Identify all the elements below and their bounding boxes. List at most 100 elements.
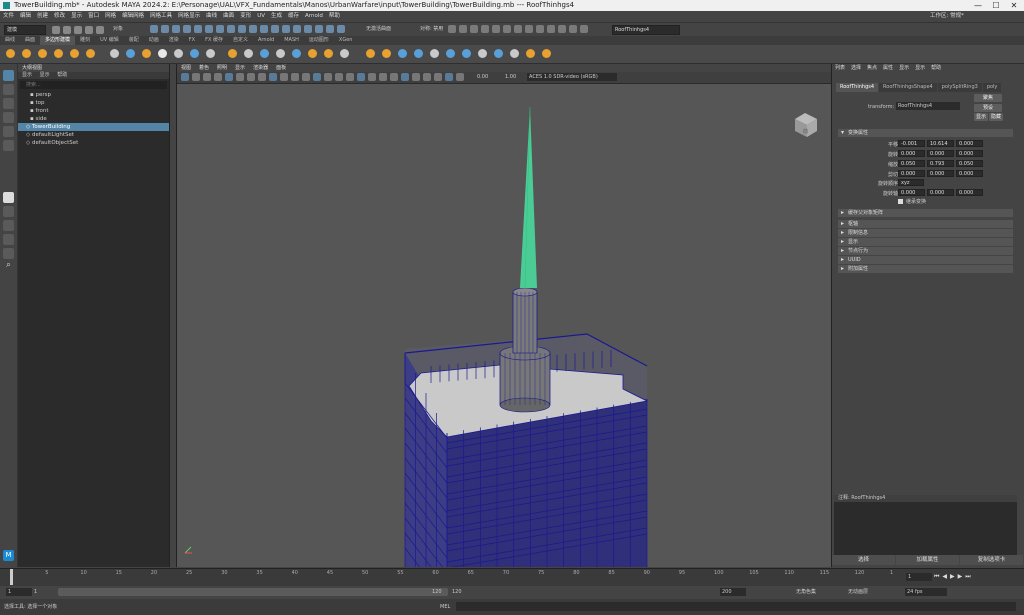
- outliner-search-input[interactable]: 搜索...: [20, 81, 167, 89]
- shelf-tool-icon[interactable]: [244, 49, 253, 58]
- menu-item[interactable]: 创建: [34, 11, 51, 22]
- viewport-tool-icon[interactable]: [269, 73, 277, 81]
- shelf-tab[interactable]: 动画: [144, 36, 164, 45]
- viewport-tool-icon[interactable]: [247, 73, 255, 81]
- menu-item[interactable]: 修改: [51, 11, 68, 22]
- toolbar-icon[interactable]: [304, 25, 312, 33]
- shelf-tab[interactable]: 多边形建模: [40, 36, 76, 45]
- viewport-tool-icon[interactable]: [346, 73, 354, 81]
- load-attributes-button[interactable]: 加载属性: [896, 555, 959, 565]
- roof-spire-selected[interactable]: [520, 106, 537, 289]
- shelf-tool-icon[interactable]: [158, 49, 167, 58]
- attr-value-field[interactable]: -0.001: [898, 140, 925, 147]
- shelf-tool-icon[interactable]: [260, 49, 269, 58]
- attr-tab[interactable]: polySplitRing3: [937, 83, 982, 92]
- viewport-tool-icon[interactable]: [192, 73, 200, 81]
- outliner-item[interactable]: ◇ defaultObjectSet: [18, 139, 169, 147]
- menu-item[interactable]: UV: [254, 11, 268, 22]
- shelf-tab[interactable]: FX: [184, 36, 200, 45]
- toolbar-icon[interactable]: [238, 25, 246, 33]
- viewport-menu-item[interactable]: 渲染器: [249, 64, 272, 72]
- attr-section[interactable]: 附加属性: [838, 265, 1013, 273]
- toolbar-icon[interactable]: [150, 25, 158, 33]
- copy-tab-button[interactable]: 复制选项卡: [960, 555, 1023, 565]
- viewport-tool-icon[interactable]: [456, 73, 464, 81]
- move-tool-icon[interactable]: [3, 112, 14, 123]
- toolbar-icon[interactable]: [161, 25, 169, 33]
- character-set-dropdown[interactable]: 无角色集: [796, 588, 816, 596]
- toolbar-icon[interactable]: [326, 25, 334, 33]
- toolbar-icon[interactable]: [216, 25, 224, 33]
- hide-button[interactable]: 隐藏: [989, 113, 1003, 121]
- shelf-tab[interactable]: 自定义: [228, 36, 253, 45]
- viewport-menu-item[interactable]: 视图: [177, 64, 195, 72]
- outliner-item[interactable]: ▪ persp: [18, 91, 169, 99]
- attr-value-field[interactable]: 0.793: [927, 160, 954, 167]
- shelf-tool-icon[interactable]: [414, 49, 423, 58]
- shelf-tab[interactable]: 曲面: [20, 36, 40, 45]
- scale-tool-icon[interactable]: [3, 140, 14, 151]
- attr-value-field[interactable]: 0.000: [898, 150, 925, 157]
- menu-item[interactable]: 窗口: [85, 11, 102, 22]
- toolbar-icon[interactable]: [227, 25, 235, 33]
- toolbar-icon[interactable]: [481, 25, 489, 33]
- menu-item[interactable]: 网格: [102, 11, 119, 22]
- rotate-axis-y[interactable]: 0.000: [927, 189, 954, 196]
- outliner-item[interactable]: ◇ defaultLightSet: [18, 131, 169, 139]
- attr-value-field[interactable]: 10.614: [927, 140, 954, 147]
- shelf-tool-icon[interactable]: [110, 49, 119, 58]
- shelf-tool-icon[interactable]: [228, 49, 237, 58]
- shelf-tool-icon[interactable]: [276, 49, 285, 58]
- attr-value-field[interactable]: 0.000: [956, 150, 983, 157]
- anim-start-field[interactable]: 1: [6, 588, 32, 596]
- toolbar-icon[interactable]: [547, 25, 555, 33]
- shelf-tool-icon[interactable]: [190, 49, 199, 58]
- viewport-menu-item[interactable]: 着色: [195, 64, 213, 72]
- shelf-tool-icon[interactable]: [340, 49, 349, 58]
- attr-menu-item[interactable]: 显示: [896, 64, 912, 73]
- shelf-tab[interactable]: 雕刻: [75, 36, 95, 45]
- viewport-tool-icon[interactable]: [434, 73, 442, 81]
- shelf-tool-icon[interactable]: [292, 49, 301, 58]
- shelf-tool-icon[interactable]: [478, 49, 487, 58]
- near-clip-field[interactable]: 0.00: [477, 73, 488, 81]
- notes-area[interactable]: 注释: RoofThinhgs4: [834, 495, 1017, 555]
- attr-section[interactable]: 显示: [838, 238, 1013, 246]
- shelf-tab[interactable]: MASH: [279, 36, 304, 45]
- shelf-tool-icon[interactable]: [446, 49, 455, 58]
- shelf-tool-icon[interactable]: [6, 49, 15, 58]
- graph-layout-icon[interactable]: [3, 248, 14, 259]
- toolbar-icon[interactable]: [63, 26, 71, 34]
- maximize-button[interactable]: ☐: [988, 0, 1004, 11]
- shelf-tab[interactable]: 运动图形: [304, 36, 334, 45]
- shelf-tool-icon[interactable]: [22, 49, 31, 58]
- attr-value-field[interactable]: 0.050: [956, 160, 983, 167]
- attr-value-field[interactable]: 0.000: [927, 170, 954, 177]
- shelf-tool-icon[interactable]: [142, 49, 151, 58]
- playback-controls[interactable]: ⏮◀▶▶⏭: [934, 572, 1020, 582]
- minimize-button[interactable]: —: [970, 0, 986, 11]
- outliner-item[interactable]: ◇ TowerBuilding: [18, 123, 169, 131]
- outliner-menu-show[interactable]: 显示: [40, 72, 50, 78]
- attr-section[interactable]: UUID: [838, 256, 1013, 264]
- toolbar-icon[interactable]: [514, 25, 522, 33]
- viewport-tool-icon[interactable]: [214, 73, 222, 81]
- time-slider[interactable]: 1 ⏮◀▶▶⏭ 15101520253035404550556065707580…: [0, 568, 1024, 586]
- shelf-tool-icon[interactable]: [126, 49, 135, 58]
- anim-end-field[interactable]: 200: [720, 588, 746, 596]
- shelf-tool-icon[interactable]: [542, 49, 551, 58]
- menu-item[interactable]: 网格显示: [175, 11, 203, 22]
- toolbar-icon[interactable]: [96, 26, 104, 34]
- viewport-tool-icon[interactable]: [335, 73, 343, 81]
- viewport-tool-icon[interactable]: [225, 73, 233, 81]
- attr-menu-item[interactable]: 选择: [848, 64, 864, 73]
- viewport-tool-icon[interactable]: [291, 73, 299, 81]
- shelf-tab[interactable]: 曲线: [0, 36, 20, 45]
- toolbar-icon[interactable]: [293, 25, 301, 33]
- outliner-menu-help[interactable]: 帮助: [57, 72, 67, 78]
- attr-tab[interactable]: RoofThinhgsShape4: [879, 83, 937, 92]
- viewport-menu-item[interactable]: 显示: [231, 64, 249, 72]
- maya-home-icon[interactable]: M: [3, 550, 14, 561]
- toolbar-icon[interactable]: [337, 25, 345, 33]
- outliner-item[interactable]: ▪ side: [18, 115, 169, 123]
